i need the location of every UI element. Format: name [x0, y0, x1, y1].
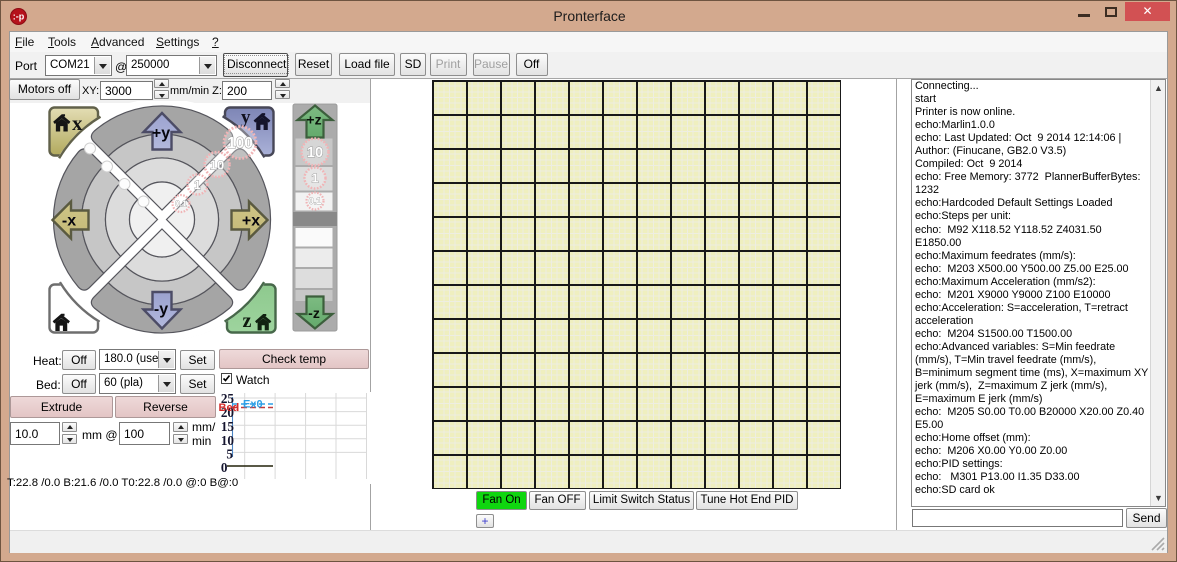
- svg-text:y: y: [241, 107, 251, 128]
- svg-text:-x: -x: [62, 213, 76, 230]
- svg-text:-y: -y: [154, 301, 168, 318]
- svg-text:+x: +x: [242, 213, 260, 230]
- svg-text:+y: +y: [152, 125, 170, 142]
- svg-text:10: 10: [210, 158, 224, 173]
- svg-text:Bed: Bed: [219, 402, 240, 414]
- svg-text:15: 15: [221, 419, 235, 434]
- svg-text:x: x: [72, 111, 83, 135]
- svg-text:0.1: 0.1: [175, 199, 187, 209]
- svg-text:1: 1: [311, 171, 318, 186]
- svg-text:0.1: 0.1: [309, 196, 322, 206]
- svg-text:Ex0: Ex0: [243, 399, 263, 411]
- svg-text:+z: +z: [306, 112, 321, 128]
- svg-text:1: 1: [194, 178, 201, 192]
- svg-text:-z: -z: [308, 305, 320, 321]
- svg-text:0: 0: [221, 460, 228, 475]
- svg-text:100: 100: [227, 135, 253, 152]
- svg-text:10: 10: [307, 145, 323, 161]
- svg-text:z: z: [243, 310, 252, 332]
